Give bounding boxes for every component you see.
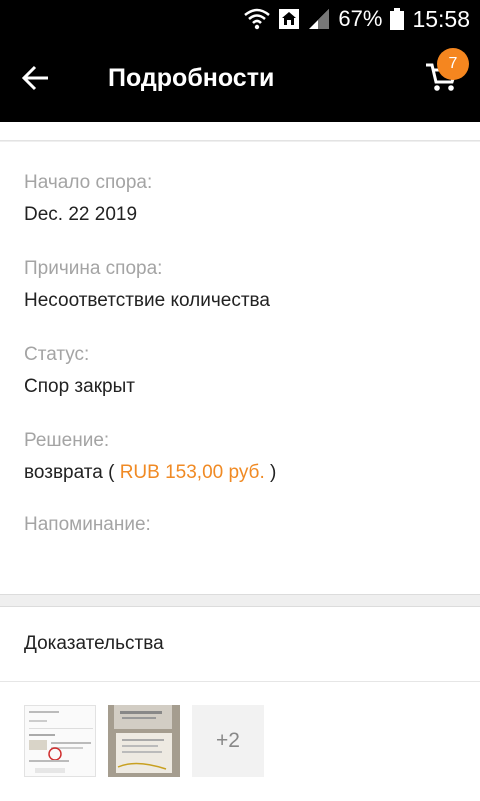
battery-percent: 67% <box>338 6 383 31</box>
cart-icon <box>424 63 459 98</box>
dispute-reason-value: Несоответствие количества <box>24 290 270 311</box>
toolbar: Подробности 7 <box>0 38 480 122</box>
home-icon <box>278 8 300 30</box>
decision-prefix: возврата ( <box>24 462 115 483</box>
dispute-start-value: Dec. 22 2019 <box>24 204 138 225</box>
dispute-status-label: Статус: <box>24 344 90 365</box>
signal-icon <box>308 8 330 30</box>
dispute-decision-value: возврата ( RUB 153,00 руб. ) <box>24 462 276 484</box>
dispute-reason-label: Причина спора: <box>24 258 163 279</box>
dispute-start-label: Начало спора: <box>24 172 153 193</box>
back-button[interactable] <box>18 62 54 98</box>
status-bar: 67% 15:58 <box>0 0 480 38</box>
dispute-status-value: Спор закрыт <box>24 376 135 397</box>
evidence-card: Доказательства +2 <box>0 606 480 801</box>
battery-icon <box>390 8 405 30</box>
decision-suffix: ) <box>270 462 277 483</box>
dispute-decision-label: Решение: <box>24 430 110 451</box>
cart-count-badge: 7 <box>437 48 469 80</box>
page-title: Подробности <box>108 64 275 92</box>
evidence-thumbnail-2[interactable] <box>108 705 180 777</box>
dispute-details-card: Начало спора: Dec. 22 2019 Причина спора… <box>0 142 480 595</box>
refund-amount: RUB 153,00 руб. <box>119 462 265 483</box>
evidence-thumbnail-1[interactable] <box>24 705 96 777</box>
divider <box>0 681 480 682</box>
back-arrow-icon <box>21 65 50 96</box>
wifi-icon <box>244 8 271 30</box>
clock: 15:58 <box>412 5 470 32</box>
top-strip <box>0 122 480 141</box>
dispute-reminder-label: Напоминание: <box>24 514 151 535</box>
evidence-title: Доказательства <box>24 633 164 654</box>
more-evidence-button[interactable]: +2 <box>192 705 264 777</box>
